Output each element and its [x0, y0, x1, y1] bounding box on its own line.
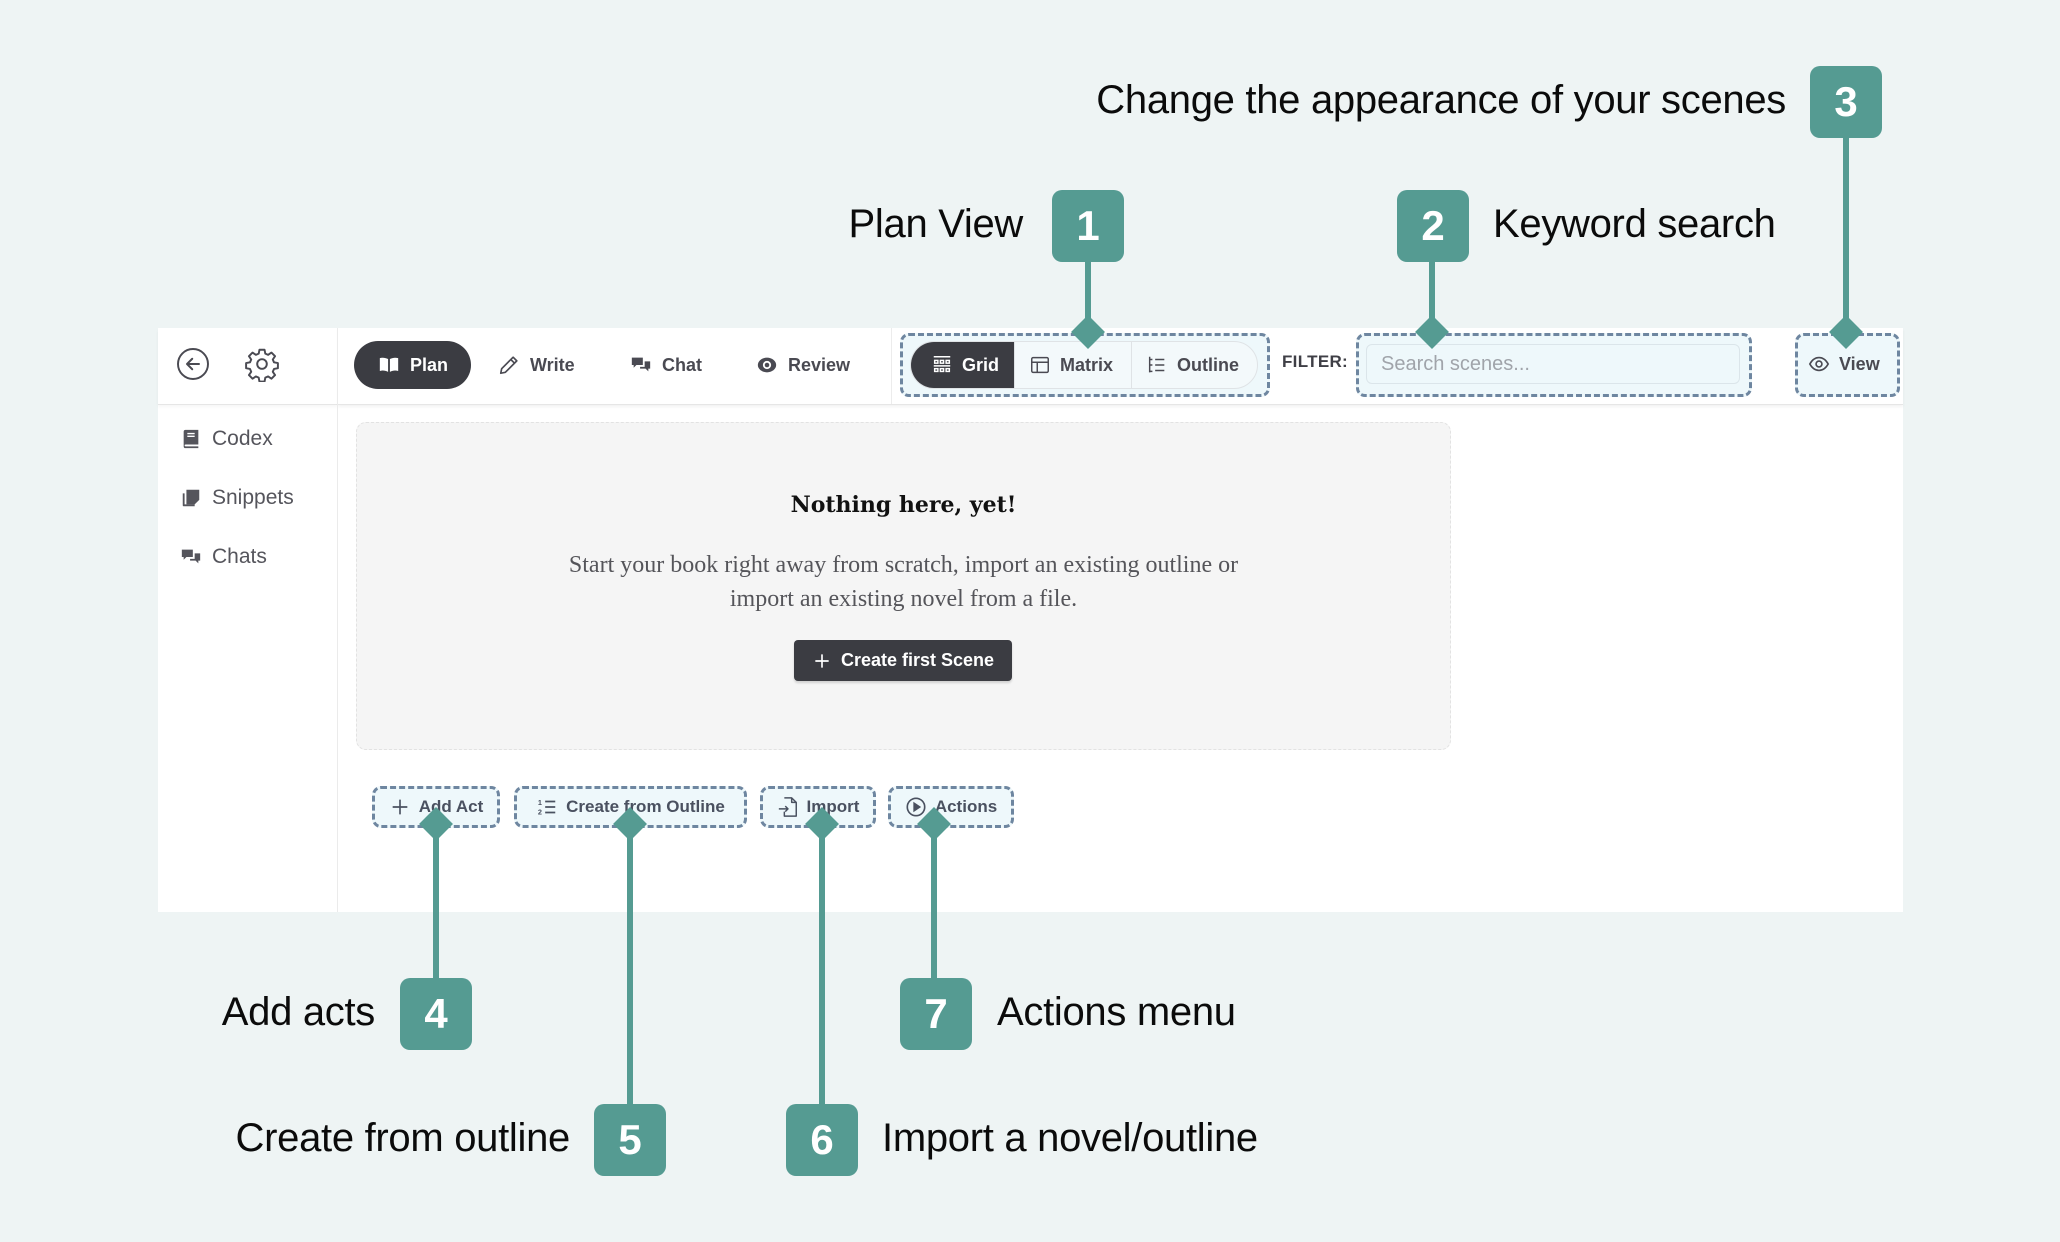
callout-text-6: Import a novel/outline [882, 1116, 1258, 1160]
callout-text-7: Actions menu [997, 990, 1236, 1034]
create-from-outline-label: Create from Outline [566, 797, 725, 816]
filter-label: FILTER: [1282, 352, 1348, 371]
callout-badge-4: 4 [400, 978, 472, 1050]
create-first-scene-label: Create first Scene [840, 650, 995, 670]
file-import-icon [778, 797, 797, 817]
view-mode-outline[interactable]: Outline [1131, 342, 1257, 388]
eye-icon [757, 357, 777, 373]
actions-button[interactable]: Actions [888, 788, 1014, 826]
tab-label: Review [788, 354, 851, 375]
callout-text-4: Add acts [221, 990, 376, 1034]
view-mode-matrix[interactable]: Matrix [1014, 342, 1131, 388]
grid-icon [933, 356, 951, 373]
callout-4-line [433, 826, 439, 978]
sidebar-item-label: Snippets [212, 486, 294, 509]
callout-text-3: Change the appearance of your scenes [1096, 78, 1786, 122]
chat-bubbles-icon [181, 549, 201, 564]
callout-text-2: Keyword search [1493, 202, 1776, 246]
plus-icon [815, 653, 829, 668]
callout-5-line [627, 826, 633, 1104]
callout-7-line [931, 826, 937, 978]
matrix-icon [1031, 356, 1049, 374]
callout-badge-3: 3 [1810, 66, 1882, 138]
sidebar-item-snippets[interactable]: Snippets [180, 483, 294, 513]
outline-icon [1148, 356, 1165, 373]
back-button[interactable] [173, 344, 213, 384]
callout-badge-1: 1 [1052, 190, 1124, 262]
settings-button[interactable] [242, 344, 282, 384]
play-circle-icon [906, 797, 926, 817]
callout-text-5: Create from outline [235, 1116, 571, 1160]
tab-label: Write [530, 354, 575, 375]
view-mode-grid[interactable]: Grid [911, 342, 1014, 388]
empty-state-title: Nothing here, yet! [790, 492, 1017, 518]
toolbar-divider [891, 328, 892, 404]
view-mode-switcher: Grid Matrix Outline [910, 341, 1258, 389]
view-button[interactable]: View [1808, 344, 1880, 384]
book-icon [183, 429, 199, 449]
sidebar-item-label: Chats [212, 545, 267, 568]
callout-badge-5: 5 [594, 1104, 666, 1176]
empty-state-description: Start your book right away from scratch,… [568, 552, 1239, 612]
tab-label: Chat [662, 354, 702, 375]
tab-plan[interactable]: Plan [354, 341, 471, 389]
book-open-icon [379, 357, 399, 372]
sidebar-item-chats[interactable]: Chats [180, 542, 267, 572]
callout-badge-2: 2 [1397, 190, 1469, 262]
callout-3-line [1843, 137, 1849, 332]
view-mode-label: Matrix [1060, 354, 1114, 375]
view-mode-label: Outline [1177, 354, 1239, 375]
tab-chat[interactable]: Chat [614, 341, 718, 389]
create-first-scene-button[interactable]: Create first Scene [794, 640, 1012, 681]
tab-review[interactable]: Review [740, 341, 866, 389]
actions-label: Actions [934, 797, 998, 816]
arrow-left-circle-icon [177, 348, 209, 380]
chat-bubbles-icon [631, 357, 651, 372]
eye-icon [1808, 356, 1830, 372]
plus-icon [392, 799, 408, 815]
callout-text-1: Plan View [848, 202, 1024, 246]
pencil-icon [499, 356, 518, 375]
sidebar-item-codex[interactable]: Codex [180, 424, 273, 454]
callout-badge-6: 6 [786, 1104, 858, 1176]
svg-text:1: 1 [538, 798, 542, 807]
callout-6-line [819, 826, 825, 1104]
search-scenes-input[interactable] [1366, 344, 1740, 384]
sidebar-divider [337, 328, 338, 912]
snippets-icon [182, 489, 200, 507]
gear-icon [245, 348, 279, 382]
view-label: View [1839, 353, 1880, 374]
callout-badge-7: 7 [900, 978, 972, 1050]
svg-text:2: 2 [538, 807, 542, 816]
tab-write[interactable]: Write [482, 341, 591, 389]
numbered-list-icon: 12 [538, 798, 556, 816]
sidebar-item-label: Codex [212, 427, 273, 450]
view-mode-label: Grid [962, 354, 1000, 375]
tab-label: Plan [410, 354, 449, 375]
